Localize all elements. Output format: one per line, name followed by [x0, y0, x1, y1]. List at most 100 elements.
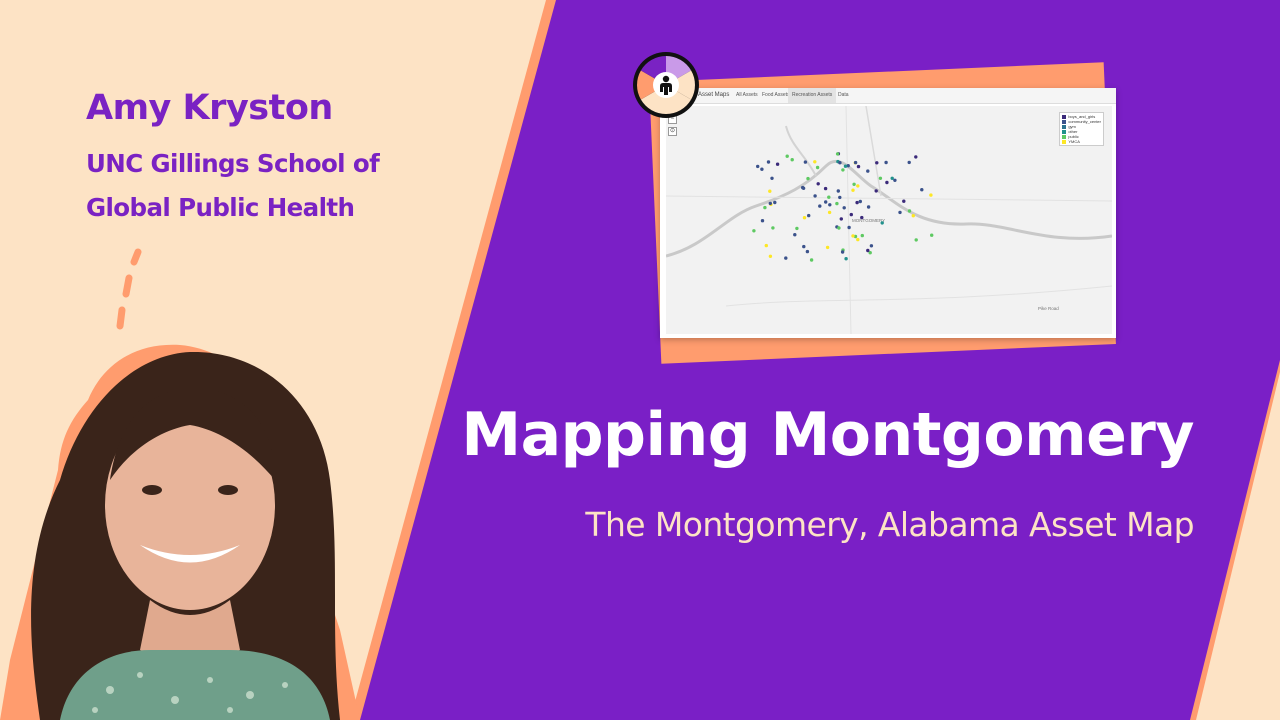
- map-point: [828, 203, 832, 207]
- map-point: [856, 184, 860, 188]
- map-point: [907, 160, 911, 165]
- map-point: [902, 199, 906, 203]
- map-point: [818, 204, 822, 208]
- map-point: [815, 165, 820, 170]
- map-point: [866, 169, 870, 173]
- affiliation-line-1: UNC Gillings School of: [86, 149, 380, 178]
- map-point: [816, 182, 820, 186]
- map-navbar: Asset Maps All Assets Food Assets Recrea…: [660, 88, 1116, 104]
- map-point: [855, 200, 859, 205]
- speaker-affiliation: UNC Gillings School of Global Public Hea…: [86, 142, 446, 230]
- map-point: [893, 178, 897, 182]
- map-point: [851, 188, 855, 192]
- map-point: [768, 201, 772, 206]
- map-point: [840, 250, 845, 254]
- map-point: [763, 205, 767, 210]
- map-point: [827, 195, 831, 199]
- map-point: [869, 244, 874, 248]
- map-point: [803, 160, 808, 164]
- map-tab-data: Data: [838, 92, 849, 98]
- map-point: [875, 161, 879, 165]
- map-point: [801, 186, 806, 190]
- person-wheel-icon: [633, 52, 699, 118]
- map-point: [790, 158, 794, 162]
- map-point: [760, 167, 764, 171]
- map-point: [823, 186, 828, 191]
- map-point: [847, 225, 851, 230]
- map-point: [825, 245, 830, 250]
- map-point: [911, 214, 915, 218]
- speaker-photo: [0, 344, 360, 720]
- map-point: [841, 168, 845, 172]
- map-point: [860, 233, 864, 238]
- map-point: [766, 160, 771, 164]
- map-point: [874, 189, 878, 193]
- map-point: [851, 234, 855, 238]
- map-point: [860, 215, 864, 220]
- map-point: [784, 256, 788, 260]
- map-points: [752, 152, 934, 262]
- affiliation-line-2: Global Public Health: [86, 193, 355, 222]
- map-point: [920, 188, 924, 192]
- map-point: [802, 216, 807, 220]
- map-point: [852, 182, 856, 186]
- map-point: [880, 221, 884, 225]
- map-point: [764, 243, 768, 248]
- map-point: [843, 164, 848, 168]
- map-point: [835, 152, 840, 156]
- map-point: [837, 226, 841, 230]
- map-point: [914, 155, 918, 159]
- map-point: [768, 189, 772, 193]
- map-point: [858, 199, 862, 204]
- map-point: [809, 258, 814, 262]
- map-point: [866, 205, 871, 209]
- map-tab-recreation-assets: Recreation Assets: [788, 88, 837, 103]
- map-point: [842, 206, 846, 210]
- map-point: [752, 229, 756, 233]
- map-point: [898, 210, 902, 215]
- map-point: [853, 160, 858, 165]
- map-point: [770, 176, 774, 180]
- map-point: [768, 254, 773, 258]
- map-point: [771, 226, 775, 230]
- map-point: [756, 164, 760, 169]
- decorative-dash-icon: [116, 248, 142, 330]
- speaker-name: Amy Kryston: [86, 88, 333, 128]
- map-point: [760, 219, 765, 223]
- map-point: [827, 210, 832, 215]
- map-point: [885, 180, 889, 185]
- map-point: [844, 257, 848, 261]
- map-point: [795, 226, 799, 231]
- map-point: [813, 194, 817, 198]
- map-point: [839, 217, 843, 221]
- map-brand: Asset Maps: [698, 92, 730, 98]
- map-point: [824, 200, 828, 204]
- map-point: [836, 189, 840, 193]
- map-point: [785, 154, 789, 158]
- map-canvas: + − ⊙ boys_and_girlscommunity_centergymo…: [666, 106, 1112, 334]
- map-point: [907, 209, 912, 213]
- map-point: [813, 160, 817, 164]
- map-point: [838, 195, 842, 200]
- map-point: [878, 176, 883, 180]
- map-point: [773, 200, 777, 205]
- map-point: [866, 248, 870, 253]
- map-point: [806, 176, 810, 181]
- map-point: [807, 213, 811, 218]
- map-point: [930, 233, 934, 237]
- map-point: [802, 244, 806, 249]
- map-point: [835, 201, 839, 206]
- map-point: [929, 193, 933, 197]
- map-point: [838, 161, 842, 165]
- talk-subtitle: The Montgomery, Alabama Asset Map: [585, 505, 1194, 544]
- map-point: [890, 176, 894, 180]
- map-point: [884, 160, 888, 165]
- map-point: [856, 237, 860, 242]
- map-point: [793, 233, 797, 237]
- map-point: [849, 212, 853, 217]
- map-point: [775, 162, 780, 166]
- map-screenshot: Asset Maps All Assets Food Assets Recrea…: [660, 88, 1116, 338]
- map-point: [805, 249, 810, 254]
- talk-title: Mapping Montgomery: [461, 400, 1194, 470]
- map-point: [914, 238, 918, 242]
